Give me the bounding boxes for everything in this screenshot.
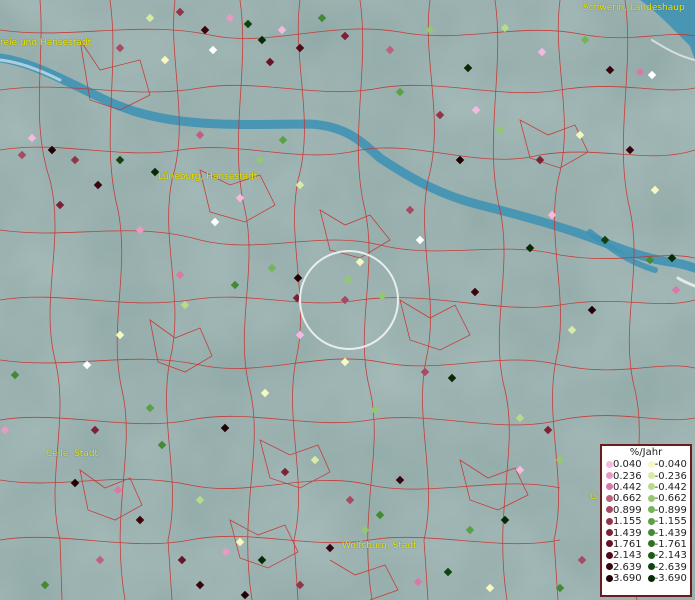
legend-swatch-negative (647, 483, 655, 491)
legend-value-negative: -0.236 (654, 470, 687, 482)
legend-row: 1.439 -1.439 (604, 527, 691, 539)
legend-row: 0.899 -0.899 (604, 505, 691, 516)
legend-swatch-positive-cell (604, 539, 613, 550)
legend-value-positive: 0.662 (613, 493, 642, 505)
legend-swatch-positive (606, 494, 613, 502)
legend-row: 0.236 -0.236 (604, 470, 691, 482)
legend-swatch-positive-cell (604, 527, 613, 538)
map-view[interactable]: Schwerin, Landeshaup reie und Hansestadt… (0, 0, 695, 600)
legend-row: 1.155 -1.155 (604, 516, 691, 527)
legend-row: 2.143 -2.143 (604, 550, 691, 561)
legend-swatch-negative (647, 529, 655, 537)
legend-swatch-negative-cell (646, 493, 655, 504)
legend-swatch-positive (606, 574, 613, 582)
legend-swatch-negative (647, 563, 655, 571)
legend-swatch-positive (606, 483, 613, 491)
legend-swatch-negative-cell (646, 550, 655, 561)
legend-value-negative: -0.040 (654, 459, 687, 471)
legend-value-positive: 0.040 (613, 459, 642, 471)
legend-swatch-negative-cell (646, 516, 655, 527)
place-label-edge-g: G (590, 492, 597, 502)
legend-swatch-negative-cell (646, 482, 655, 493)
place-label-wolfsburg: Wolfsburg, Stadt (342, 541, 417, 551)
legend-value-positive: 3.690 (613, 573, 642, 585)
legend-row: 2.639 -2.639 (604, 562, 691, 573)
map-canvas[interactable] (0, 0, 695, 600)
legend-swatch-positive (606, 506, 613, 514)
legend-swatch-positive (606, 517, 613, 525)
legend-value-positive: 1.761 (613, 538, 642, 550)
legend-swatch-positive (606, 529, 613, 537)
legend-swatch-positive-cell (604, 516, 613, 527)
legend-value-positive: 2.143 (613, 550, 642, 562)
legend-swatch-negative-cell (646, 527, 655, 538)
legend-swatch-negative (647, 506, 655, 514)
legend-swatch-positive (606, 540, 613, 548)
legend-swatch-positive-cell (604, 493, 613, 504)
legend-swatch-negative-cell (646, 505, 655, 516)
legend-value-positive: 0.442 (613, 481, 642, 493)
legend-value-negative: -0.662 (654, 493, 687, 505)
legend-swatch-positive-cell (604, 470, 613, 481)
legend-value-positive: 0.236 (613, 470, 642, 482)
legend-swatch-negative (647, 494, 655, 502)
legend-swatch-negative-cell (646, 459, 655, 470)
legend-swatch-positive (606, 460, 613, 468)
legend-value-negative: -1.155 (654, 516, 687, 528)
legend-value-negative: -1.761 (654, 538, 687, 550)
legend-swatch-negative (647, 472, 655, 480)
legend-swatch-positive-cell (604, 505, 613, 516)
place-label-schwerin: Schwerin, Landeshaup (583, 3, 685, 13)
legend-swatch-positive-cell (604, 550, 613, 561)
legend-value-positive: 2.639 (613, 561, 642, 573)
legend-value-positive: 0.899 (613, 504, 642, 516)
legend-swatch-positive (606, 472, 613, 480)
legend-swatch-negative-cell (646, 539, 655, 550)
legend-row: 0.442 -0.442 (604, 482, 691, 493)
legend-value-negative: -2.143 (654, 550, 687, 562)
legend-table: 0.040 -0.040 0.236 -0.236 0.442 -0.442 0.662 -0… (604, 459, 691, 584)
legend-row: 0.662 -0.662 (604, 493, 691, 504)
legend-swatch-negative (647, 517, 655, 525)
legend-panel: %/Jahr 0.040 -0.040 0.236 -0.236 0.442 -0.442… (600, 444, 692, 597)
legend-swatch-negative-cell (646, 562, 655, 573)
legend-value-negative: -3.690 (654, 573, 687, 585)
legend-swatch-positive (606, 551, 613, 559)
legend-row: 1.761 -1.761 (604, 539, 691, 550)
legend-value-negative: -0.442 (654, 481, 687, 493)
legend-value-positive: 1.155 (613, 516, 642, 528)
place-label-lueneburg: Lüneburg, Hansestadt (158, 172, 258, 182)
place-label-hamburg: reie und Hansestadt (0, 38, 92, 48)
legend-swatch-positive-cell (604, 573, 613, 584)
legend-row: 0.040 -0.040 (604, 459, 691, 470)
legend-value-negative: -0.899 (654, 504, 687, 516)
legend-value-positive: 1.439 (613, 527, 642, 539)
legend-swatch-negative (647, 460, 655, 468)
legend-swatch-positive (606, 563, 613, 571)
legend-swatch-positive-cell (604, 562, 613, 573)
place-label-celle: Celle, Stadt (46, 449, 99, 459)
legend-swatch-positive-cell (604, 482, 613, 493)
legend-swatch-positive-cell (604, 459, 613, 470)
legend-swatch-negative (647, 540, 655, 548)
legend-swatch-negative-cell (646, 573, 655, 584)
legend-swatch-negative (647, 574, 655, 582)
legend-title: %/Jahr (629, 447, 663, 458)
legend-row: 3.690 -3.690 (604, 573, 691, 584)
legend-swatch-negative (647, 551, 655, 559)
legend-swatch-negative-cell (646, 470, 655, 481)
legend-value-negative: -2.639 (654, 561, 687, 573)
legend-value-negative: -1.439 (654, 527, 687, 539)
